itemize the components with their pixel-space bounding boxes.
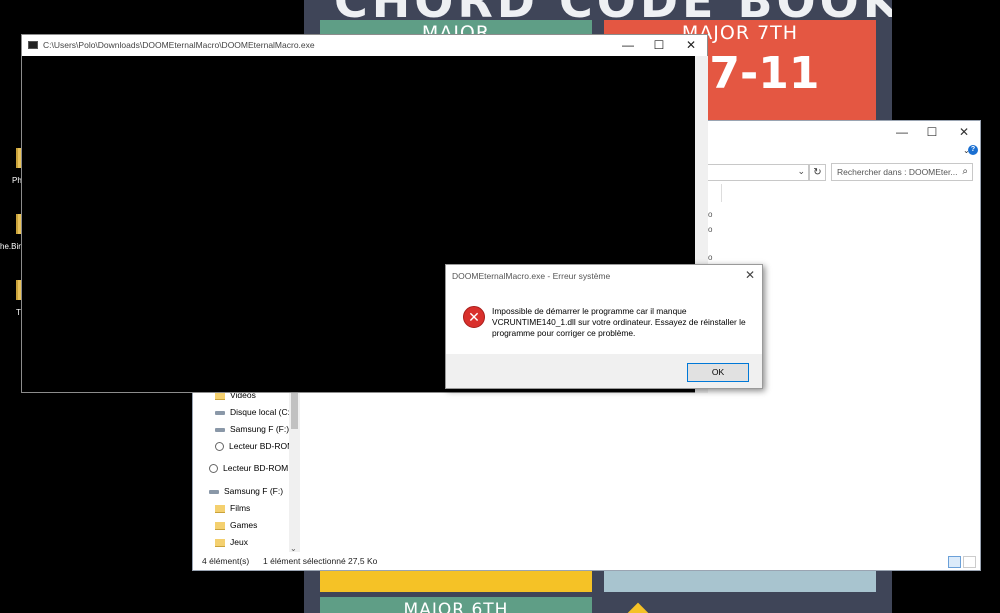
status-bar: 4 élément(s) 1 élément sélectionné 27,5 … <box>193 552 980 570</box>
search-box[interactable]: Rechercher dans : DOOMEter... ⌕ <box>831 163 973 181</box>
console-title: C:\Users\Polo\Downloads\DOOMEternalMacro… <box>43 40 315 50</box>
nav-scrollbar[interactable]: ⌄ <box>289 389 300 553</box>
nav-item-local-disk[interactable]: Disque local (C:) <box>215 407 293 423</box>
error-message: Impossible de démarrer le programme car … <box>492 306 746 338</box>
explorer-close-button[interactable]: ✕ <box>949 125 979 139</box>
disc-drive-icon <box>209 464 218 474</box>
help-icon[interactable]: ? <box>968 145 978 155</box>
explorer-minimize-button[interactable]: — <box>887 125 917 139</box>
file-row-peek[interactable]: o <box>708 253 712 262</box>
refresh-button[interactable]: ↻ <box>809 164 826 181</box>
error-icon: ✕ <box>463 306 485 328</box>
desktop-icon-label: he.Bin <box>0 242 23 251</box>
dialog-title: DOOMEternalMacro.exe - Erreur système <box>452 271 611 281</box>
navigation-pane: Vidéos Disque local (C:) Samsung F (F:) … <box>193 390 301 553</box>
scrollbar-thumb[interactable] <box>291 389 298 429</box>
nav-item-jeux[interactable]: Jeux <box>215 537 248 553</box>
file-row-peek[interactable]: o <box>708 210 712 219</box>
nav-item-bd-rom-2[interactable]: Lecteur BD-ROM ( <box>209 463 293 479</box>
item-count: 4 élément(s) <box>202 556 250 566</box>
console-titlebar[interactable]: C:\Users\Polo\Downloads\DOOMEternalMacro… <box>22 35 707 56</box>
console-minimize-button[interactable]: — <box>613 38 643 52</box>
file-row-peek[interactable]: o <box>708 225 712 234</box>
selection-info: 1 élément sélectionné 27,5 Ko <box>263 556 378 566</box>
nav-item-games[interactable]: Games <box>215 520 257 536</box>
tile-major-6th: MAJOR 6TH <box>320 597 592 613</box>
folder-icon <box>215 504 225 513</box>
search-icon: ⌕ <box>962 166 968 177</box>
address-bar[interactable]: ⌄ <box>703 164 809 181</box>
drive-icon <box>215 427 225 432</box>
details-view-button[interactable] <box>948 556 961 568</box>
dialog-close-button[interactable]: ✕ <box>745 268 755 282</box>
tile-name: MAJOR 6TH <box>403 600 509 613</box>
ok-button[interactable]: OK <box>687 363 749 382</box>
folder-icon <box>215 521 225 530</box>
column-divider <box>721 184 722 202</box>
large-icons-view-button[interactable] <box>963 556 976 568</box>
disc-drive-icon <box>215 442 224 452</box>
search-input[interactable]: Rechercher dans : DOOMEter... <box>837 167 957 177</box>
gem-shape <box>626 602 650 613</box>
console-close-button[interactable]: ✕ <box>676 38 706 52</box>
nav-item-samsung-f-2[interactable]: Samsung F (F:) <box>209 486 283 502</box>
chevron-down-icon[interactable]: ⌄ <box>797 166 805 177</box>
nav-item-films[interactable]: Films <box>215 503 250 519</box>
folder-icon <box>215 538 225 547</box>
drive-icon <box>209 489 219 494</box>
nav-item-samsung-f[interactable]: Samsung F (F:) <box>215 424 289 440</box>
explorer-maximize-button[interactable]: ☐ <box>917 125 947 139</box>
nav-item-bd-rom[interactable]: Lecteur BD-ROM <box>215 441 294 457</box>
error-dialog: DOOMEternalMacro.exe - Erreur système ✕ … <box>445 264 763 389</box>
drive-icon <box>215 410 225 415</box>
console-maximize-button[interactable]: ☐ <box>644 38 674 52</box>
console-app-icon <box>28 41 38 49</box>
